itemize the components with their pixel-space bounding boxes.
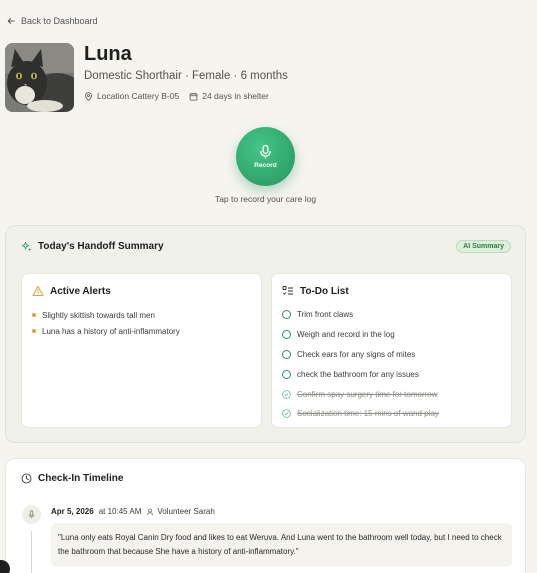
sparkles-icon: [21, 241, 32, 251]
unchecked-circle-icon[interactable]: [282, 330, 291, 340]
entry-quote: "Luna only eats Royal Canin Dry food and…: [51, 523, 512, 567]
entry-meta: Apr 5, 2026 at 10:45 AM Volunteer Sarah: [51, 507, 215, 516]
entry-date: Apr 5, 2026: [51, 507, 94, 516]
timeline-header: Check-In Timeline: [21, 473, 123, 484]
alert-text: Slightly skittish towards tall men: [42, 310, 155, 320]
alert-list: Slightly skittish towards tall men Luna …: [32, 307, 180, 339]
todo-item-done[interactable]: Socialization time: 15 mins of wand play: [282, 404, 439, 424]
check-circle-icon[interactable]: [282, 409, 291, 419]
days-item: 24 days in shelter: [189, 91, 269, 101]
active-alerts-title: Active Alerts: [50, 285, 111, 297]
record-button[interactable]: Record: [236, 127, 295, 186]
todo-item-done[interactable]: Confirm spay surgery time for tomorrow: [282, 384, 439, 404]
handoff-title: Today's Handoff Summary: [38, 241, 164, 252]
volunteer-name: Volunteer Sarah: [157, 507, 215, 516]
todo-header: To-Do List: [282, 285, 349, 297]
alert-item: Luna has a history of anti-inflammatory: [32, 323, 180, 339]
record-label: Record: [254, 162, 277, 169]
timeline-line: [31, 531, 32, 573]
back-label: Back to Dashboard: [21, 16, 98, 26]
microphone-icon: [28, 510, 35, 519]
microphone-icon: [260, 144, 271, 159]
checkin-timeline-card: Check-In Timeline Apr 5, 2026 at 10:45 A…: [5, 458, 526, 573]
pet-name: Luna: [84, 43, 132, 65]
todo-list: Trim front claws Weigh and record in the…: [282, 305, 439, 424]
bullet-icon: [32, 313, 36, 317]
todo-item[interactable]: check the bathroom for any issues: [282, 364, 439, 384]
unchecked-circle-icon[interactable]: [282, 369, 291, 379]
todo-text: Check ears for any signs of mites: [297, 349, 416, 359]
todo-text: check the bathroom for any issues: [297, 369, 419, 379]
entry-volunteer: Volunteer Sarah: [146, 507, 215, 516]
location-pin-icon: [85, 91, 92, 101]
warning-icon: [32, 285, 44, 296]
arrow-left-icon: [7, 18, 15, 24]
handoff-header: Today's Handoff Summary: [21, 241, 164, 252]
days-label: 24 days in shelter: [202, 91, 269, 101]
timeline-node: [22, 505, 41, 524]
user-icon: [147, 508, 154, 515]
todo-item[interactable]: Check ears for any signs of mites: [282, 345, 439, 365]
ai-summary-badge: AI Summary: [456, 240, 511, 253]
alert-item: Slightly skittish towards tall men: [32, 307, 180, 323]
todo-text: Trim front claws: [297, 310, 354, 320]
record-hint: Tap to record your care log: [214, 194, 317, 204]
unchecked-circle-icon[interactable]: [282, 349, 291, 359]
calendar-icon: [189, 92, 198, 101]
todo-text: Weigh and record in the log: [297, 330, 395, 340]
timeline-title: Check-In Timeline: [38, 473, 124, 484]
todo-text: Confirm spay surgery time for tomorrow: [297, 389, 438, 399]
checklist-icon: [282, 286, 293, 295]
bullet-icon: [32, 329, 36, 333]
todo-item[interactable]: Weigh and record in the log: [282, 325, 439, 345]
todo-item[interactable]: Trim front claws: [282, 305, 439, 325]
todo-text: Socialization time: 15 mins of wand play: [297, 409, 439, 419]
active-alerts-header: Active Alerts: [32, 285, 111, 297]
handoff-summary-card: Today's Handoff Summary AI Summary Activ…: [5, 225, 526, 443]
active-alerts-panel: Active Alerts Slightly skittish towards …: [21, 273, 262, 428]
entry-time: at 10:45 AM: [98, 507, 142, 516]
alert-text: Luna has a history of anti-inflammatory: [42, 326, 180, 336]
clock-icon: [21, 473, 32, 484]
pet-photo: [5, 43, 74, 112]
location-label: Location Cattery B-05: [97, 91, 180, 101]
location-item: Location Cattery B-05: [84, 91, 179, 101]
todo-title: To-Do List: [300, 285, 349, 297]
pet-meta: Location Cattery B-05 24 days in shelter: [84, 91, 269, 101]
back-to-dashboard-link[interactable]: Back to Dashboard: [7, 16, 98, 26]
todo-panel: To-Do List Trim front claws Weigh and re…: [271, 273, 512, 428]
unchecked-circle-icon[interactable]: [282, 310, 291, 320]
check-circle-icon[interactable]: [282, 389, 291, 399]
pet-details: Domestic Shorthair · Female · 6 months: [84, 70, 288, 82]
